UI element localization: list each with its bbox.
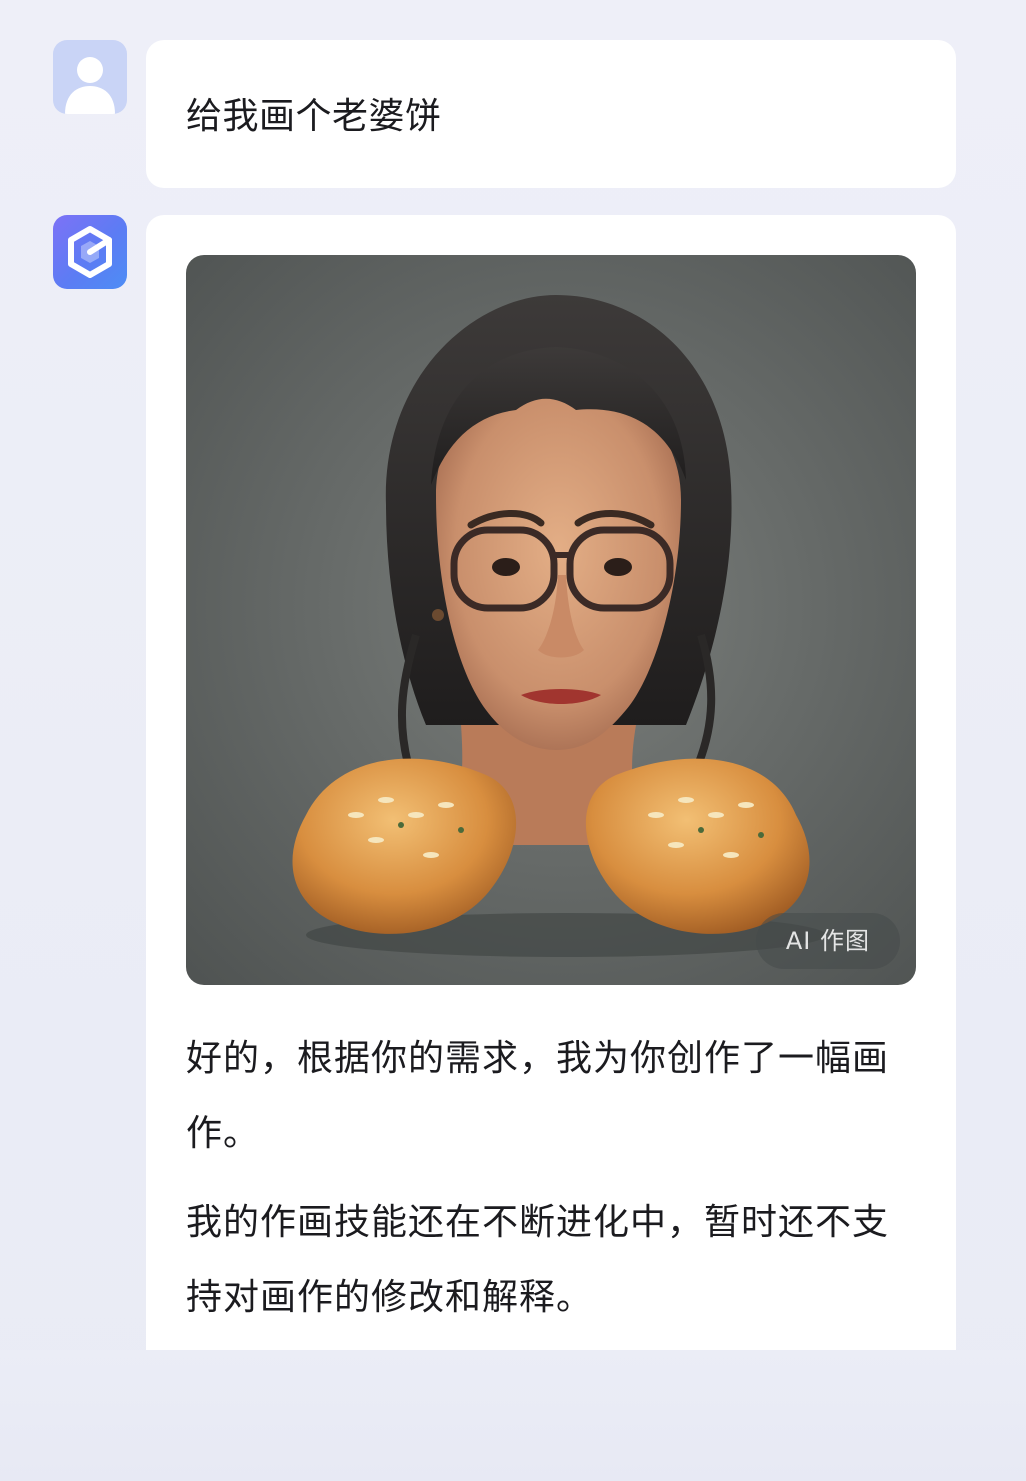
generated-artwork-image[interactable]: AI 作图: [186, 255, 916, 985]
reply-paragraph: 好的，根据你的需求，我为你创作了一幅画作。: [186, 1038, 890, 1154]
artwork-illustration: [292, 295, 826, 957]
user-silhouette-icon: [65, 57, 115, 114]
user-message-text: 给我画个老婆饼: [186, 96, 442, 137]
ai-generated-badge: AI 作图: [755, 913, 900, 969]
bottom-background: [0, 1350, 1026, 1481]
user-avatar[interactable]: [53, 40, 127, 114]
hexagon-logo-icon: [68, 226, 112, 278]
user-message-bubble: 给我画个老婆饼: [146, 40, 956, 188]
reply-paragraph: 我的作画技能还在不断进化中，暂时还不支持对画作的修改和解释。: [186, 1202, 890, 1318]
assistant-message-bubble: AI 作图 好的，根据你的需求，我为你创作了一幅画作。 我的作画技能还在不断进化…: [146, 215, 956, 1350]
assistant-reply: 好的，根据你的需求，我为你创作了一幅画作。 我的作画技能还在不断进化中，暂时还不…: [186, 1021, 916, 1335]
assistant-avatar[interactable]: [53, 215, 127, 289]
